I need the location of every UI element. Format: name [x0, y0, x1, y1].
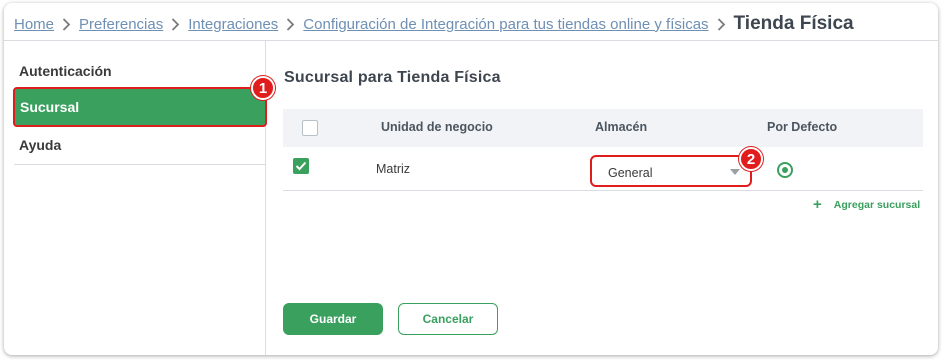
- annotation-badge-2: 2: [739, 147, 763, 171]
- save-button[interactable]: Guardar: [283, 303, 383, 335]
- breadcrumb-configuracion-link[interactable]: Configuración de Integración para tus ti…: [303, 16, 708, 33]
- warehouse-select[interactable]: General: [590, 155, 752, 187]
- caret-down-icon: [730, 169, 740, 175]
- add-branch-label: Agregar sucursal: [833, 198, 921, 211]
- section-title: Sucursal para Tienda Física: [284, 69, 501, 86]
- table-header: Unidad de negocio Almacén Por Defecto: [283, 109, 923, 147]
- breadcrumb-integraciones-link[interactable]: Integraciones: [188, 16, 278, 33]
- column-header-por-defecto: Por Defecto: [767, 120, 838, 134]
- column-header-unidad: Unidad de negocio: [381, 120, 493, 134]
- column-header-almacen: Almacén: [595, 120, 648, 134]
- plus-icon: +: [813, 196, 822, 213]
- row-checkbox[interactable]: [293, 158, 309, 174]
- chevron-right-icon: [171, 17, 180, 31]
- default-radio[interactable]: [777, 162, 793, 178]
- breadcrumb-home-link[interactable]: Home: [14, 16, 54, 33]
- chevron-right-icon: [717, 17, 726, 31]
- breadcrumb: Home Preferencias Integraciones Configur…: [14, 11, 854, 37]
- sidebar-item-ayuda[interactable]: Ayuda: [14, 127, 266, 163]
- radio-dot: [782, 167, 788, 173]
- sidebar: Autenticación Sucursal Ayuda: [4, 41, 267, 355]
- select-all-checkbox[interactable]: [302, 120, 318, 136]
- checkmark-icon: [295, 161, 307, 171]
- integration-panel: Home Preferencias Integraciones Configur…: [4, 3, 938, 355]
- add-branch-link[interactable]: + Agregar sucursal: [813, 197, 920, 212]
- sidebar-divider: [14, 164, 266, 165]
- cancel-button[interactable]: Cancelar: [398, 303, 498, 335]
- sidebar-item-label: Autenticación: [19, 63, 112, 79]
- business-unit-cell: Matriz: [376, 162, 411, 176]
- sidebar-item-label: Ayuda: [19, 137, 62, 153]
- chevron-right-icon: [62, 17, 71, 31]
- warehouse-select-value: General: [608, 166, 653, 180]
- table-row: Matriz General: [283, 147, 923, 191]
- sidebar-item-label: Sucursal: [20, 99, 80, 115]
- breadcrumb-preferencias-link[interactable]: Preferencias: [79, 16, 163, 33]
- sidebar-item-autenticacion[interactable]: Autenticación: [14, 53, 266, 89]
- sidebar-item-sucursal[interactable]: Sucursal: [13, 87, 267, 127]
- chevron-right-icon: [286, 17, 295, 31]
- page-title: Tienda Física: [733, 13, 854, 34]
- annotation-badge-1: 1: [251, 76, 275, 100]
